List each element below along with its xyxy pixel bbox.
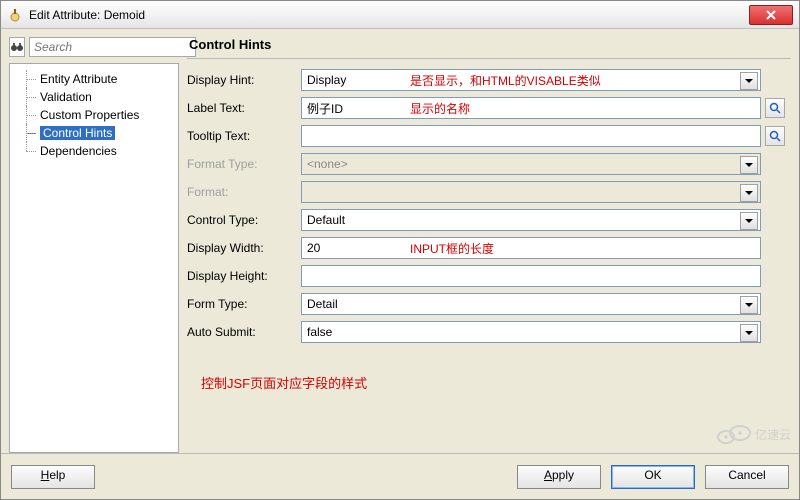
lookup-button-label-text[interactable] [765,98,785,118]
field-auto-submit[interactable]: false [301,321,761,343]
field-display-width[interactable]: 20 INPUT框的长度 [301,237,761,259]
app-icon [7,7,23,23]
left-navigator: Entity Attribute Validation Custom Prope… [9,37,179,453]
annotation-label-text: 显示的名称 [410,100,470,117]
nav-item-dependencies[interactable]: Dependencies [16,142,172,160]
nav-tree: Entity Attribute Validation Custom Prope… [9,63,179,453]
field-value: 例子ID [307,100,343,117]
nav-item-label: Entity Attribute [40,72,117,86]
field-value: Display [307,73,346,87]
panel-heading: Control Hints [187,37,791,59]
help-button[interactable]: Help [11,465,95,489]
field-value: <none> [307,157,348,171]
field-display-hint[interactable]: Display 是否显示，和HTML的VISABLE类似 [301,69,761,91]
label-format-type: Format Type: [187,157,297,171]
field-control-type[interactable]: Default [301,209,761,231]
nav-item-label: Control Hints [40,126,115,140]
nav-item-entity-attribute[interactable]: Entity Attribute [16,70,172,88]
field-display-height[interactable] [301,265,761,287]
window-title: Edit Attribute: Demoid [29,8,749,22]
label-tooltip-text: Tooltip Text: [187,129,297,143]
field-format-type: <none> [301,153,761,175]
field-value: Default [307,213,345,227]
field-format [301,181,761,203]
ok-button[interactable]: OK [611,465,695,489]
search-input[interactable] [29,37,196,57]
field-value: 20 [307,241,320,255]
apply-button[interactable]: Apply [517,465,601,489]
nav-item-label: Dependencies [40,144,117,158]
label-control-type: Control Type: [187,213,297,227]
help-button-rest: elp [49,468,65,482]
nav-item-custom-properties[interactable]: Custom Properties [16,106,172,124]
label-auto-submit: Auto Submit: [187,325,297,339]
label-label-text: Label Text: [187,101,297,115]
annotation-display-hint: 是否显示，和HTML的VISABLE类似 [410,72,601,89]
dialog-body: Entity Attribute Validation Custom Prope… [1,29,799,453]
dialog-footer: Help Apply OK Cancel [1,453,799,499]
field-value: Detail [307,297,338,311]
control-hints-form: Display Hint: Display 是否显示，和HTML的VISABLE… [187,69,791,343]
search-row [9,37,179,57]
lookup-button-tooltip-text[interactable] [765,126,785,146]
label-format: Format: [187,185,297,199]
label-display-width: Display Width: [187,241,297,255]
field-form-type[interactable]: Detail [301,293,761,315]
titlebar: Edit Attribute: Demoid [1,1,799,29]
binoculars-icon[interactable] [9,37,25,57]
annotation-display-width: INPUT框的长度 [410,240,494,257]
window-close-button[interactable] [749,5,793,25]
field-value: false [307,325,332,339]
label-display-height: Display Height: [187,269,297,283]
label-form-type: Form Type: [187,297,297,311]
annotation-summary: 控制JSF页面对应字段的样式 [201,373,791,392]
field-tooltip-text[interactable] [301,125,761,147]
dialog-window: Edit Attribute: Demoid Entity Attribute … [0,0,800,500]
field-label-text[interactable]: 例子ID 显示的名称 [301,97,761,119]
nav-item-label: Custom Properties [40,108,139,122]
label-display-hint: Display Hint: [187,73,297,87]
nav-item-validation[interactable]: Validation [16,88,172,106]
apply-button-rest: pply [552,468,574,482]
nav-item-control-hints[interactable]: Control Hints [16,124,172,142]
nav-item-label: Validation [40,90,92,104]
right-panel: Control Hints Display Hint: Display 是否显示… [187,37,791,453]
cancel-button[interactable]: Cancel [705,465,789,489]
